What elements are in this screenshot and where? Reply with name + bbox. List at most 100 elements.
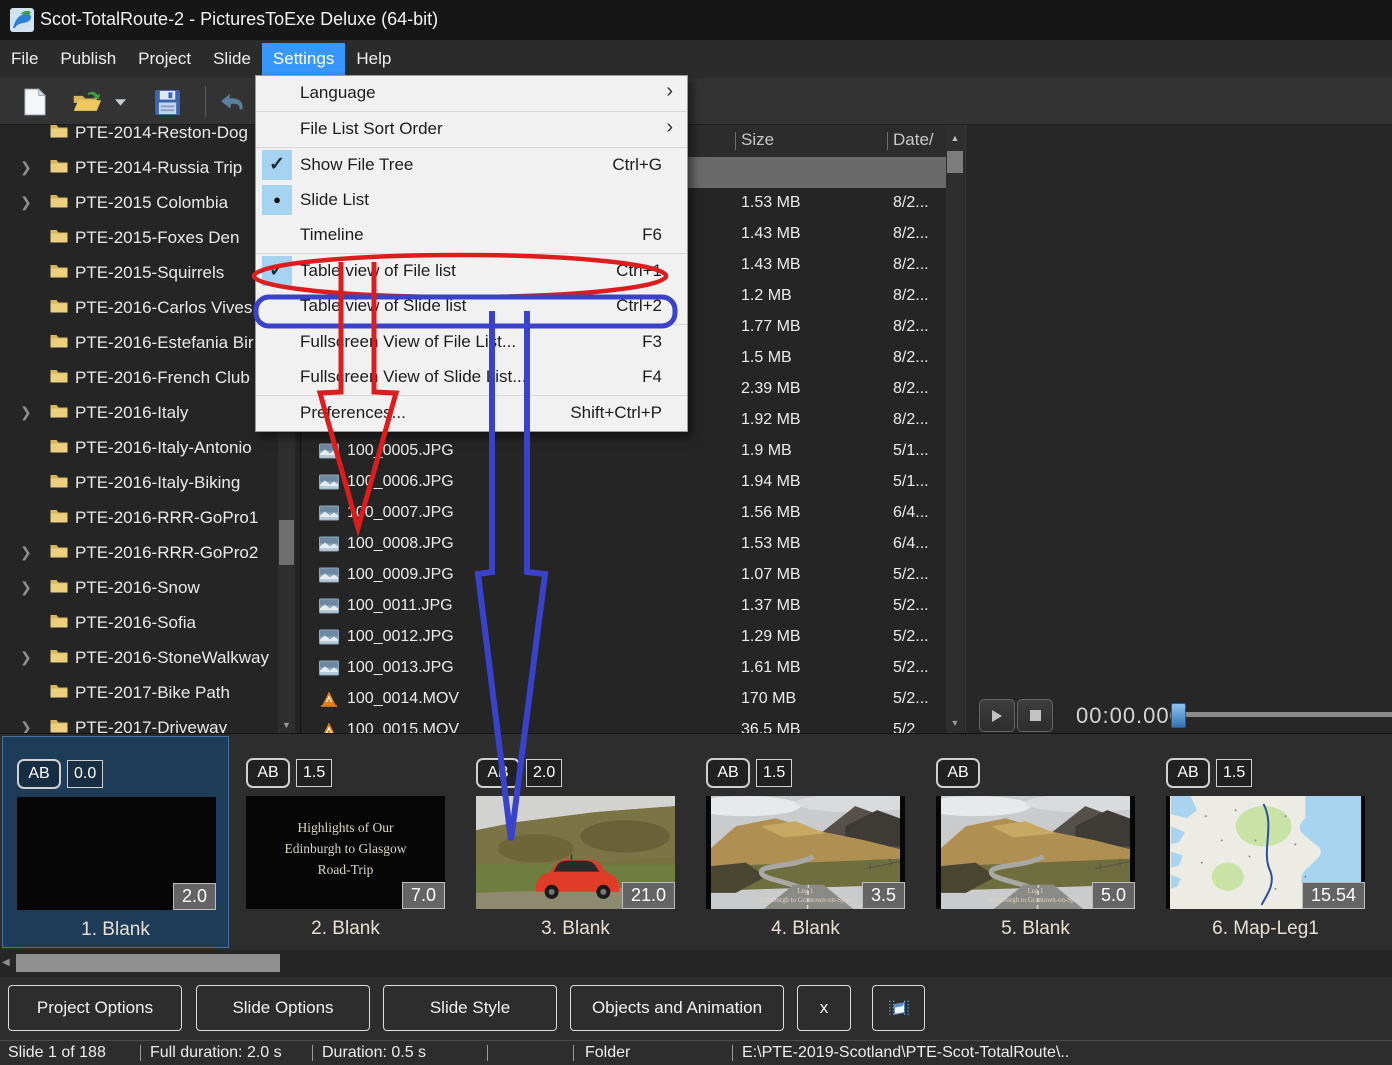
file-row[interactable]: 100_0011.JPG1.37 MB5/2... [301, 591, 946, 622]
slide-cell[interactable]: AB 1.5 Highlights of Our Edinburgh to Gl… [232, 736, 459, 948]
seek-slider-track[interactable] [1171, 712, 1392, 717]
slide-thumbnail[interactable]: 2.0 [17, 797, 216, 910]
transition-time-badge[interactable]: 1.5 [296, 759, 332, 787]
open-dropdown-button[interactable] [112, 87, 128, 117]
menu-item-show-file-tree[interactable]: ✓Show File TreeCtrl+G [256, 148, 687, 183]
menubar-item-settings[interactable]: Settings [262, 43, 345, 75]
slide-options-button[interactable]: Slide Options [196, 985, 370, 1031]
file-row[interactable]: 100_0007.JPG1.56 MB6/4... [301, 498, 946, 529]
menu-item-table-view-of-file-list[interactable]: ✓Table view of File listCtrl+1 [256, 254, 687, 289]
menubar-item-file[interactable]: File [0, 43, 49, 75]
tree-item-pte-2016-italy-biking[interactable]: ❯PTE-2016-Italy-Biking [0, 466, 300, 501]
transition-time-badge[interactable]: 1.5 [756, 759, 792, 787]
file-row[interactable]: 100_0006.JPG1.94 MB5/1... [301, 467, 946, 498]
chevron-right-icon[interactable]: ❯ [20, 544, 32, 561]
transition-time-badge[interactable]: 1.5 [1216, 759, 1252, 787]
slide-thumbnail[interactable]: 21.0 [476, 796, 675, 909]
undo-button[interactable] [218, 87, 248, 117]
file-list-scrollbar[interactable]: ▲ ▼ [946, 125, 964, 733]
transition-time-badge[interactable]: 2.0 [526, 759, 562, 787]
file-row[interactable]: 100_0009.JPG1.07 MB5/2... [301, 560, 946, 591]
file-list-scrollbar-thumb[interactable] [947, 151, 963, 173]
play-button[interactable] [979, 699, 1015, 732]
stop-button[interactable] [1017, 699, 1053, 732]
chevron-right-icon[interactable]: ❯ [20, 404, 32, 421]
menu-item-slide-list[interactable]: ●Slide List [256, 183, 687, 218]
menu-item-file-list-sort-order[interactable]: File List Sort Order› [256, 112, 687, 147]
file-size: 1.9 MB [741, 442, 792, 460]
file-date: 5/2... [893, 628, 929, 646]
menubar-item-slide[interactable]: Slide [202, 43, 262, 75]
ab-transition-badge[interactable]: AB [1166, 758, 1210, 788]
seek-slider-thumb[interactable] [1171, 703, 1186, 728]
menu-item-timeline[interactable]: TimelineF6 [256, 218, 687, 253]
file-row[interactable]: 100_0015.MOV36.5 MB5/2 [301, 715, 946, 733]
scroll-down-icon[interactable]: ▼ [278, 720, 295, 730]
slide-cell[interactable]: AB 1.5 [692, 736, 919, 948]
column-header-date[interactable]: Date/ [893, 130, 934, 150]
folder-icon [49, 473, 69, 489]
file-row[interactable]: 100_0014.MOV170 MB5/2... [301, 684, 946, 715]
slide-cell[interactable]: AB 1.5 [1152, 736, 1379, 948]
mini-player-button[interactable] [872, 985, 925, 1031]
column-header-size[interactable]: Size [741, 130, 774, 150]
slide-scrollbar-thumb[interactable] [16, 954, 280, 972]
slide-thumbnail[interactable]: Highlights of Our Edinburgh to Glasgow R… [246, 796, 445, 909]
folder-name: PTE-2016-RRR-GoPro1 [75, 508, 258, 528]
menu-item-table-view-of-slide-list[interactable]: Table view of Slide listCtrl+2 [256, 289, 687, 324]
menubar-item-project[interactable]: Project [127, 43, 202, 75]
radio-dot-icon: ● [262, 185, 292, 215]
menu-item-language[interactable]: Language› [256, 76, 687, 111]
slide-cell[interactable]: AB [922, 736, 1149, 948]
menubar-item-publish[interactable]: Publish [49, 43, 127, 75]
menu-item-fullscreen-view-of-slide-list[interactable]: Fullscreen View of Slide List...F4 [256, 360, 687, 395]
ab-transition-badge[interactable]: AB [476, 758, 520, 788]
ab-transition-badge[interactable]: AB [17, 759, 61, 789]
tree-item-pte-2016-rrr-gopro1[interactable]: ❯PTE-2016-RRR-GoPro1 [0, 501, 300, 536]
menubar-item-help[interactable]: Help [345, 43, 402, 75]
slide-style-button[interactable]: Slide Style [383, 985, 557, 1031]
tree-item-pte-2017-bike-path[interactable]: ❯PTE-2017-Bike Path [0, 676, 300, 711]
slide-thumbnail[interactable]: Leg 1 Edinburgh to Grantown-on-Spey 3.5 [706, 796, 905, 909]
tree-item-pte-2016-snow[interactable]: ❯PTE-2016-Snow [0, 571, 300, 606]
tree-item-pte-2016-rrr-gopro2[interactable]: ❯PTE-2016-RRR-GoPro2 [0, 536, 300, 571]
scroll-left-icon[interactable]: ◀ [2, 957, 10, 968]
folder-name: PTE-2015-Foxes Den [75, 228, 239, 248]
chevron-right-icon[interactable]: ❯ [20, 719, 32, 733]
slide-thumbnail[interactable]: Leg 1 Edinburgh to Grantown-on-Spey 5.0 [936, 796, 1135, 909]
open-project-button[interactable] [72, 87, 102, 117]
slide-thumbnail[interactable]: 15.54 [1166, 796, 1365, 909]
project-options-button[interactable]: Project Options [8, 985, 182, 1031]
checkmark-icon: ✓ [262, 256, 292, 286]
tree-item-pte-2016-italy-antonio[interactable]: ❯PTE-2016-Italy-Antonio [0, 431, 300, 466]
file-row[interactable]: 100_0012.JPG1.29 MB5/2... [301, 622, 946, 653]
ab-transition-badge[interactable]: AB [706, 758, 750, 788]
tree-scrollbar-thumb[interactable] [279, 520, 294, 565]
ab-transition-badge[interactable]: AB [246, 758, 290, 788]
file-size: 1.53 MB [741, 194, 801, 212]
slide-panel-scrollbar[interactable]: ◀ [0, 950, 1392, 977]
new-project-button[interactable] [20, 87, 50, 117]
save-button[interactable] [152, 87, 182, 117]
tree-item-pte-2016-sofia[interactable]: ❯PTE-2016-Sofia [0, 606, 300, 641]
chevron-right-icon[interactable]: ❯ [20, 159, 32, 176]
tree-item-pte-2017-driveway[interactable]: ❯PTE-2017-Driveway [0, 711, 300, 733]
menu-item-preferences[interactable]: Preferences...Shift+Ctrl+P [256, 396, 687, 431]
file-row[interactable]: 100_0005.JPG1.9 MB5/1... [301, 436, 946, 467]
menu-item-fullscreen-view-of-file-list[interactable]: Fullscreen View of File List...F3 [256, 325, 687, 360]
chevron-right-icon[interactable]: ❯ [20, 579, 32, 596]
x-button[interactable]: x [797, 985, 851, 1031]
transition-time-badge[interactable]: 0.0 [67, 760, 103, 788]
ab-transition-badge[interactable]: AB [936, 758, 980, 788]
scroll-down-icon[interactable]: ▼ [946, 718, 964, 728]
objects-and-animation-button[interactable]: Objects and Animation [570, 985, 784, 1031]
file-row[interactable]: 100_0008.JPG1.53 MB6/4... [301, 529, 946, 560]
chevron-right-icon[interactable]: ❯ [20, 194, 32, 211]
slide-cell[interactable]: AB 2.0 [462, 736, 689, 948]
chevron-right-icon[interactable]: ❯ [20, 649, 32, 666]
slide-cell[interactable]: AB 0.0 [2, 736, 229, 948]
file-row[interactable]: 100_0013.JPG1.61 MB5/2... [301, 653, 946, 684]
tree-item-pte-2016-stonewalkway[interactable]: ❯PTE-2016-StoneWalkway [0, 641, 300, 676]
seek-slider[interactable] [1171, 695, 1392, 733]
scroll-up-icon[interactable]: ▲ [946, 133, 964, 143]
